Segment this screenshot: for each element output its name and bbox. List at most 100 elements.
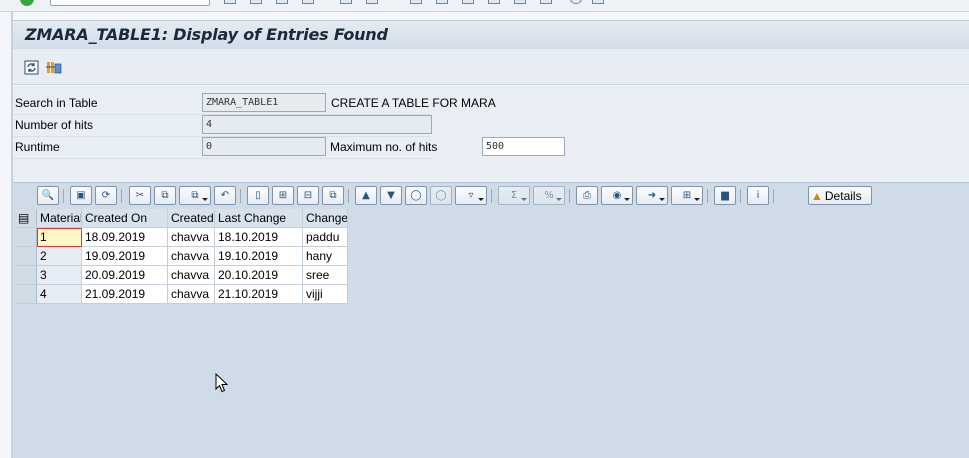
find-icon[interactable]: ◯	[405, 186, 427, 205]
sum-icon[interactable]: Σ	[498, 186, 530, 205]
find-icon[interactable]	[366, 0, 378, 4]
divider	[13, 158, 431, 159]
table-cell[interactable]: 21.09.2019	[82, 285, 168, 304]
graphic-icon[interactable]: ▆	[714, 186, 736, 205]
alv-toolbar: 🔍 ▣ ⟳ ✂ ⧉ ⧉ ↶ ▯ ⊞ ⊟ ⧉ ▲ ▼ ◯ ◯ ▿ Σ % ⎙ ◉ …	[37, 183, 917, 209]
row-selector[interactable]	[15, 228, 37, 247]
max-hits-label: Maximum no. of hits	[330, 140, 438, 154]
page-title: ZMARA_TABLE1: Display of Entries Found	[25, 25, 388, 44]
undo-icon[interactable]: ↶	[214, 186, 236, 205]
enter-icon[interactable]	[20, 0, 34, 6]
new-row-icon[interactable]: ▯	[247, 186, 269, 205]
next-page-icon[interactable]	[462, 0, 474, 4]
search-in-table-label: Search in Table	[15, 96, 98, 110]
mouse-cursor-icon	[215, 373, 229, 393]
sort-descending-icon[interactable]: ▼	[380, 186, 402, 205]
back-icon[interactable]	[250, 0, 262, 4]
find-next-icon[interactable]: ◯	[430, 186, 452, 205]
table-cell[interactable]: 21.10.2019	[215, 285, 303, 304]
delete-row-icon[interactable]: ⊟	[297, 186, 319, 205]
table-cell[interactable]: sree	[303, 266, 348, 285]
table-cell[interactable]: 3	[37, 266, 82, 285]
separator	[121, 189, 122, 203]
duplicate-row-icon[interactable]: ⧉	[322, 186, 344, 205]
info-icon[interactable]: i	[747, 186, 769, 205]
sort-ascending-icon[interactable]: ▲	[355, 186, 377, 205]
print-icon[interactable]: ⎙	[576, 186, 598, 205]
table-cell[interactable]: chavva	[168, 285, 215, 304]
detail-view-icon[interactable]: 🔍	[37, 186, 59, 205]
refresh-icon[interactable]: ⟳	[95, 186, 117, 205]
table-cell[interactable]: 19.09.2019	[82, 247, 168, 266]
column-header-change[interactable]: Change	[303, 209, 348, 228]
subtotal-icon[interactable]: %	[533, 186, 565, 205]
runtime-label: Runtime	[15, 140, 60, 154]
prev-page-icon[interactable]	[436, 0, 448, 4]
selection-header: Search in Table ZMARA_TABLE1 CREATE A TA…	[13, 86, 969, 182]
insert-row-icon[interactable]: ⊞	[272, 186, 294, 205]
export-icon[interactable]: ➜	[636, 186, 668, 205]
separator	[348, 189, 349, 203]
filter-icon[interactable]: ▿	[455, 186, 487, 205]
title-bar: ZMARA_TABLE1: Display of Entries Found	[13, 20, 969, 49]
table-cell[interactable]: 19.10.2019	[215, 247, 303, 266]
views-icon[interactable]: ◉	[601, 186, 633, 205]
table-cell[interactable]: chavva	[168, 266, 215, 285]
table-cell[interactable]: 4	[37, 285, 82, 304]
column-header-created[interactable]: Created	[168, 209, 215, 228]
table-cell[interactable]: 18.10.2019	[215, 228, 303, 247]
table-cell[interactable]: chavva	[168, 228, 215, 247]
select-all-icon[interactable]: ▤	[15, 209, 37, 228]
save-icon[interactable]	[224, 0, 236, 4]
last-page-icon[interactable]	[488, 0, 500, 4]
cut-icon[interactable]: ✂	[129, 186, 151, 205]
number-of-hits-field[interactable]: 4	[202, 115, 432, 134]
column-header-created-on[interactable]: Created On	[82, 209, 168, 228]
shortcut-icon[interactable]	[540, 0, 552, 4]
paste-icon[interactable]: ⧉	[179, 186, 211, 205]
new-session-icon[interactable]	[514, 0, 526, 4]
separator	[569, 189, 570, 203]
table-cell[interactable]: 1	[37, 228, 82, 247]
separator	[240, 189, 241, 203]
alv-grid-container: 🔍 ▣ ⟳ ✂ ⧉ ⧉ ↶ ▯ ⊞ ⊟ ⧉ ▲ ▼ ◯ ◯ ▿ Σ % ⎙ ◉ …	[13, 182, 969, 458]
search-in-table-field[interactable]: ZMARA_TABLE1	[202, 93, 326, 112]
separator	[773, 189, 774, 203]
copy-icon[interactable]: ⧉	[154, 186, 176, 205]
cancel-icon[interactable]	[302, 0, 314, 4]
table-cell[interactable]: vijji	[303, 285, 348, 304]
refresh-icon[interactable]	[22, 58, 40, 76]
separator	[491, 189, 492, 203]
table-cell[interactable]: 2	[37, 247, 82, 266]
table-cell[interactable]: 20.10.2019	[215, 266, 303, 285]
check-icon[interactable]: ▣	[70, 186, 92, 205]
column-header-material[interactable]: Material	[37, 209, 82, 228]
table-settings-icon[interactable]	[45, 58, 63, 76]
exit-icon[interactable]	[276, 0, 288, 4]
details-button[interactable]: ▲ Details	[808, 186, 872, 205]
help-icon[interactable]	[570, 0, 582, 4]
separator	[740, 189, 741, 203]
column-header-last-change[interactable]: Last Change	[215, 209, 303, 228]
table-cell[interactable]: paddu	[303, 228, 348, 247]
layout-icon[interactable]: ⊞	[671, 186, 703, 205]
table-cell[interactable]: 20.09.2019	[82, 266, 168, 285]
table-description: CREATE A TABLE FOR MARA	[331, 96, 496, 110]
details-icon: ▲	[811, 188, 823, 203]
system-toolbar	[0, 0, 969, 12]
max-hits-field[interactable]: 500	[482, 137, 565, 156]
row-selector[interactable]	[15, 266, 37, 285]
command-field[interactable]	[50, 0, 210, 6]
application-toolbar	[13, 49, 969, 85]
row-selector[interactable]	[15, 285, 37, 304]
table-cell[interactable]: chavva	[168, 247, 215, 266]
first-page-icon[interactable]	[410, 0, 422, 4]
print-icon[interactable]	[340, 0, 352, 4]
row-selector[interactable]	[15, 247, 37, 266]
layout-icon[interactable]	[592, 0, 604, 4]
details-label: Details	[824, 188, 862, 203]
runtime-field[interactable]: 0	[202, 137, 326, 156]
separator	[63, 189, 64, 203]
table-cell[interactable]: 18.09.2019	[82, 228, 168, 247]
table-cell[interactable]: hany	[303, 247, 348, 266]
